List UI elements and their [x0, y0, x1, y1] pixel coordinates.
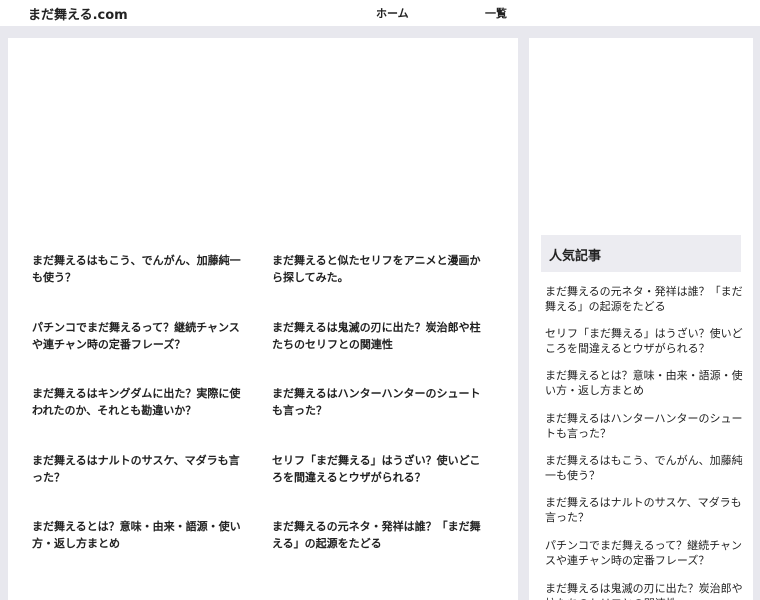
article-link[interactable]: パチンコでまだ舞えるって？継続チャンスや連チャン時の定番フレーズ？ [32, 319, 250, 353]
nav-home-link[interactable]: ホーム [376, 5, 409, 21]
popular-article-link[interactable]: まだ舞えるはナルトのサスケ、マダラも言った？ [545, 495, 743, 525]
popular-articles-heading: 人気記事 [549, 249, 602, 264]
article-link[interactable]: まだ舞えるはハンターハンターのシュートも言った？ [272, 385, 490, 419]
site-logo[interactable]: まだ舞える.com [28, 4, 128, 23]
article-link[interactable]: まだ舞えるはナルトのサスケ、マダラも言った？ [32, 452, 250, 486]
popular-article-link[interactable]: セリフ「まだ舞える」はうざい？使いどころを間違えるとウザがられる？ [545, 326, 743, 356]
article-link[interactable]: まだ舞えるは鬼滅の刃に出た？炭治郎や柱たちのセリフとの関連性 [272, 319, 490, 353]
popular-article-link[interactable]: まだ舞えるは鬼滅の刃に出た？炭治郎や柱たちのセリフとの関連性 [545, 581, 743, 600]
site-header: まだ舞える.com ホーム 一覧 [0, 0, 760, 26]
article-link[interactable]: まだ舞えるはもこう、でんがん、加藤純一も使う？ [32, 252, 250, 286]
article-link[interactable]: まだ舞えるとは？意味・由来・語源・使い方・返し方まとめ [32, 518, 250, 552]
article-link[interactable]: まだ舞えるの元ネタ・発祥は誰？「まだ舞える」の起源をたどる [272, 518, 490, 552]
popular-articles-heading-box: 人気記事 [541, 235, 741, 272]
popular-article-link[interactable]: まだ舞えるとは？意味・由来・語源・使い方・返し方まとめ [545, 368, 743, 398]
popular-article-link[interactable]: パチンコでまだ舞えるって？継続チャンスや連チャン時の定番フレーズ？ [545, 538, 743, 568]
article-link[interactable]: まだ舞えると似たセリフをアニメと漫画から探してみた。 [272, 252, 490, 286]
main-content: まだ舞えるはもこう、でんがん、加藤純一も使う？ まだ舞えると似たセリフをアニメと… [8, 38, 518, 600]
sidebar: 人気記事 まだ舞えるの元ネタ・発祥は誰？「まだ舞える」の起源をたどる セリフ「ま… [529, 38, 753, 600]
article-link[interactable]: セリフ「まだ舞える」はうざい？使いどころを間違えるとウザがられる？ [272, 452, 490, 486]
ad-space [8, 38, 518, 243]
nav-list-link[interactable]: 一覧 [485, 5, 507, 21]
sidebar-ad-space [529, 38, 753, 228]
article-link[interactable]: まだ舞えるはキングダムに出た？実際に使われたのか、それとも勘違いか？ [32, 385, 250, 419]
popular-article-link[interactable]: まだ舞えるはハンターハンターのシュートも言った？ [545, 411, 743, 441]
popular-article-link[interactable]: まだ舞えるの元ネタ・発祥は誰？「まだ舞える」の起源をたどる [545, 284, 743, 314]
popular-article-link[interactable]: まだ舞えるはもこう、でんがん、加藤純一も使う？ [545, 453, 743, 483]
